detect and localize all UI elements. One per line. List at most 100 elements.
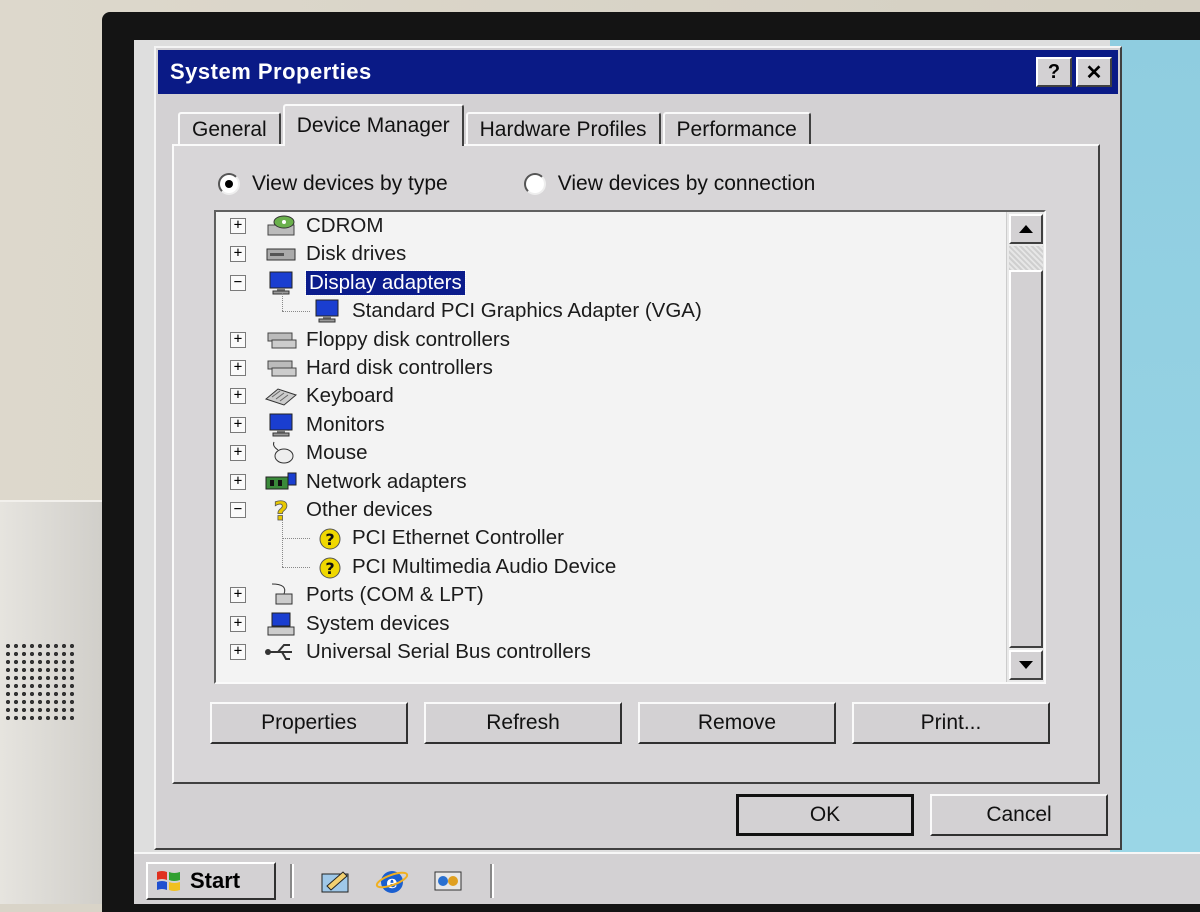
- tree-item-label: Standard PCI Graphics Adapter (VGA): [352, 299, 702, 323]
- device-action-buttons: Properties Refresh Remove Print...: [210, 702, 1050, 744]
- tree-child-item[interactable]: ? PCI Ethernet Controller: [310, 524, 564, 552]
- tree-connector: [282, 292, 283, 312]
- tree-item-label: Monitors: [306, 412, 385, 436]
- expand-icon[interactable]: +: [230, 218, 246, 234]
- help-button[interactable]: ?: [1036, 57, 1072, 87]
- scroll-thumb[interactable]: [1009, 246, 1043, 270]
- tree-item-label: Universal Serial Bus controllers: [306, 640, 591, 663]
- tree-category-item[interactable]: Floppy disk controllers: [264, 326, 510, 354]
- title-bar[interactable]: System Properties ? ✕: [158, 50, 1118, 94]
- tree-category-item[interactable]: CDROM: [264, 212, 383, 240]
- tree-category-item[interactable]: Ports (COM & LPT): [264, 581, 484, 609]
- usb-icon: [264, 639, 298, 665]
- vertical-scrollbar[interactable]: [1006, 212, 1044, 682]
- screen: System Properties ? ✕ General Device Man…: [134, 40, 1200, 904]
- question-icon: ?: [264, 497, 298, 523]
- expand-icon[interactable]: +: [230, 388, 246, 405]
- expand-icon[interactable]: +: [230, 445, 246, 462]
- scroll-up-button[interactable]: [1009, 214, 1043, 244]
- tree-item-label: Other devices: [306, 498, 433, 521]
- tree-category-item[interactable]: System devices: [264, 610, 450, 638]
- tree-category-item[interactable]: Network adapters: [264, 468, 467, 496]
- tab-performance[interactable]: Performance: [662, 112, 811, 146]
- tree-category-item[interactable]: Disk drives: [264, 240, 406, 268]
- refresh-button[interactable]: Refresh: [424, 702, 622, 744]
- controller-icon: [264, 327, 298, 353]
- mouse-icon: [264, 440, 298, 466]
- svg-text:?: ?: [325, 559, 334, 578]
- view-options: View devices by type View devices by con…: [218, 172, 815, 196]
- expand-icon[interactable]: +: [230, 473, 246, 490]
- taskbar-separator: [290, 864, 294, 898]
- device-tree-items: CDROM + Disk drives + Display adapters − Stand…: [216, 212, 1004, 682]
- desktop-background: [1110, 40, 1200, 860]
- tree-category-item[interactable]: Universal Serial Bus controllers: [264, 638, 591, 666]
- tree-category-item[interactable]: Display adapters: [264, 269, 466, 297]
- show-desktop-icon[interactable]: [316, 864, 356, 898]
- tab-general[interactable]: General: [178, 112, 281, 146]
- tree-connector: [282, 311, 310, 313]
- expand-icon[interactable]: +: [230, 416, 246, 433]
- tree-item-label: Network adapters: [306, 469, 467, 493]
- tree-item-label: Hard disk controllers: [306, 356, 493, 379]
- tree-child-item[interactable]: ? PCI Multimedia Audio Device: [310, 553, 616, 581]
- taskbar: Start e: [134, 852, 1200, 904]
- ok-button[interactable]: OK: [736, 794, 914, 836]
- system-properties-window: System Properties ? ✕ General Device Man…: [154, 46, 1122, 850]
- tree-connector: [282, 538, 310, 540]
- collapse-icon[interactable]: −: [230, 502, 246, 518]
- print-button[interactable]: Print...: [852, 702, 1050, 744]
- device-tree[interactable]: CDROM + Disk drives + Display adapters − Stand…: [214, 210, 1046, 684]
- close-button[interactable]: ✕: [1076, 57, 1112, 87]
- expand-icon[interactable]: +: [230, 644, 246, 660]
- cdrom-icon: [264, 213, 298, 239]
- tree-item-label: CDROM: [306, 214, 384, 237]
- expand-icon[interactable]: +: [230, 587, 246, 604]
- collapse-icon[interactable]: −: [230, 274, 246, 291]
- radio-selected-icon: [218, 173, 240, 195]
- expand-icon[interactable]: +: [230, 360, 246, 376]
- title-buttons: ? ✕: [1036, 57, 1112, 87]
- tree-connector: [282, 566, 310, 568]
- tree-child-item[interactable]: Standard PCI Graphics Adapter (VGA): [310, 297, 702, 325]
- remove-button[interactable]: Remove: [638, 702, 836, 744]
- monitor-icon: [264, 270, 298, 296]
- unknown-device-icon: ?: [310, 525, 344, 551]
- network-icon: [264, 469, 298, 495]
- tab-hardware-profiles[interactable]: Hardware Profiles: [465, 112, 661, 146]
- port-icon: [264, 582, 298, 608]
- svg-text:?: ?: [325, 530, 334, 549]
- internet-explorer-icon[interactable]: e: [372, 864, 412, 898]
- tree-category-item[interactable]: Hard disk controllers: [264, 354, 493, 382]
- scroll-down-button[interactable]: [1009, 650, 1043, 680]
- case-grill: [4, 642, 76, 722]
- expand-icon[interactable]: +: [230, 615, 246, 632]
- svg-text:?: ?: [273, 497, 288, 523]
- pc-case: [0, 500, 110, 904]
- radio-view-by-connection[interactable]: View devices by connection: [523, 172, 816, 196]
- tree-category-item[interactable]: Mouse: [264, 439, 368, 467]
- radio-view-by-type[interactable]: View devices by type: [218, 172, 448, 196]
- controller-icon: [264, 355, 298, 381]
- unknown-device-icon: ?: [310, 554, 344, 580]
- cancel-button[interactable]: Cancel: [930, 794, 1108, 836]
- channels-icon[interactable]: [428, 864, 468, 898]
- tree-item-label: PCI Multimedia Audio Device: [352, 554, 617, 578]
- tree-category-item[interactable]: Keyboard: [264, 382, 394, 410]
- keyboard-icon: [264, 383, 298, 409]
- tab-device-manager[interactable]: Device Manager: [282, 104, 464, 146]
- scroll-track[interactable]: [1009, 270, 1043, 648]
- tree-category-item[interactable]: ? Other devices: [264, 496, 432, 524]
- tree-item-label: Mouse: [306, 441, 368, 465]
- start-label: Start: [190, 868, 241, 893]
- expand-icon[interactable]: +: [230, 331, 246, 348]
- expand-icon[interactable]: +: [230, 246, 246, 263]
- properties-button[interactable]: Properties: [210, 702, 408, 744]
- radio-unselected-icon: [523, 173, 546, 195]
- tree-category-item[interactable]: Monitors: [264, 411, 385, 439]
- radio-label: View devices by connection: [557, 172, 816, 195]
- tree-item-label: Keyboard: [306, 384, 394, 408]
- tab-strip: General Device Manager Hardware Profiles…: [178, 104, 813, 146]
- start-button[interactable]: Start: [146, 862, 276, 900]
- tree-item-label: Disk drives: [306, 242, 407, 266]
